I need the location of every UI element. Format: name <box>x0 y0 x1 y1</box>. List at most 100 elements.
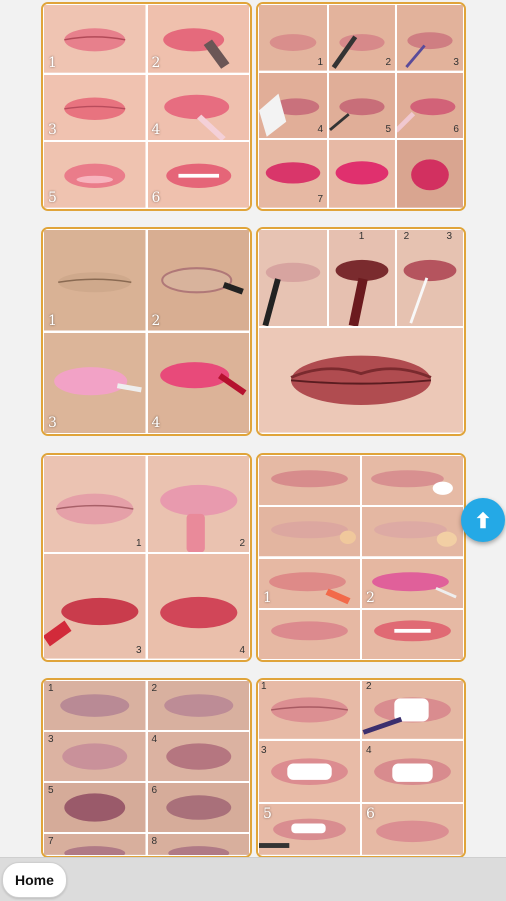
step-number: 7 <box>48 836 54 848</box>
lip-photo: 5 <box>43 782 147 834</box>
lip-photo: 6 <box>361 803 464 856</box>
step-number: 3 <box>48 734 54 746</box>
lip-photo <box>258 680 361 740</box>
lip-photo: 1 <box>43 4 147 74</box>
lip-photo: 2 <box>361 557 464 609</box>
lip-photo <box>361 739 464 804</box>
step-number: 6 <box>366 806 375 823</box>
step-number: 6 <box>151 189 161 206</box>
step-number: 1 <box>261 681 267 692</box>
lip-photo: 2 <box>146 455 250 554</box>
step-number: 3 <box>261 745 267 756</box>
lip-photo: 7 <box>258 139 329 209</box>
lip-photo: 3 <box>43 73 147 142</box>
step-number: 4 <box>317 124 324 136</box>
step-number: 2 <box>366 681 372 692</box>
lip-photo: 3 <box>43 553 147 660</box>
scroll-to-top-button[interactable] <box>461 498 505 542</box>
lip-photo: 2 <box>328 4 396 72</box>
gallery-image-3[interactable]: 1 2 3 4 <box>41 227 252 436</box>
step-number: 1 <box>317 56 324 68</box>
step-number: 8 <box>151 836 158 848</box>
step-number: 4 <box>151 122 161 139</box>
lip-photo: 8 <box>146 833 250 856</box>
gallery-image-2[interactable]: 1 2 3 4 5 6 7 <box>256 2 466 211</box>
gallery-image-1[interactable]: 1 2 3 4 5 6 <box>41 2 252 211</box>
step-number: 4 <box>366 745 372 756</box>
step-number: 1 <box>135 538 142 550</box>
lip-photo: 4 <box>146 731 250 783</box>
step-number: 2 <box>239 538 245 550</box>
step-number: 6 <box>151 785 158 797</box>
lip-photo <box>258 229 329 328</box>
lip-photo: 5 <box>328 71 396 140</box>
step-number: 4 <box>151 415 161 431</box>
lip-photo: 2 <box>146 4 250 74</box>
step-number: 1 <box>48 312 57 329</box>
step-number: 1 <box>263 589 272 606</box>
step-number: 5 <box>48 785 54 797</box>
lip-photo: 1 <box>258 4 329 72</box>
step-number: 7 <box>317 193 324 205</box>
lip-photo: 1 <box>43 680 147 732</box>
lip-photo: 1 <box>328 229 396 328</box>
step-number: 2 <box>151 312 161 329</box>
lip-photo <box>258 455 361 507</box>
step-number: 1 <box>48 54 57 71</box>
step-number: 4 <box>151 734 158 746</box>
step-number: 4 <box>239 644 245 656</box>
lip-photo: 2 <box>146 229 250 332</box>
lip-photo <box>361 680 464 740</box>
step-number: 3 <box>48 415 57 431</box>
lip-photo: 6 <box>146 782 250 834</box>
step-number: 2 <box>403 231 410 242</box>
lip-photo <box>328 139 396 209</box>
lip-photo <box>361 455 464 507</box>
lip-photo: 1 <box>258 557 361 609</box>
bottom-bar: Home <box>0 857 506 901</box>
lip-photo: 7 <box>43 833 147 856</box>
lip-photo <box>258 506 361 558</box>
gallery-image-6[interactable]: 1 2 <box>256 453 466 662</box>
lip-photo <box>361 608 464 660</box>
lip-photo: 3 <box>396 4 464 72</box>
lip-photo <box>258 608 361 660</box>
lip-photo: 5 <box>43 141 147 209</box>
gallery-image-4[interactable]: 1 2 3 <box>256 227 466 436</box>
gallery-image-8[interactable]: 5 6 2 3 4 1 <box>256 678 466 858</box>
step-number: 3 <box>446 231 453 242</box>
step-number: 3 <box>48 122 57 139</box>
lip-photo <box>258 739 361 804</box>
lip-photo: 3 <box>43 731 147 783</box>
lip-photo: 4 <box>146 331 250 434</box>
step-number: 6 <box>453 124 459 136</box>
lip-photo: 2 3 <box>396 229 464 328</box>
lip-photo: 4 <box>258 71 329 140</box>
lip-photo: 6 <box>146 141 250 209</box>
gallery-image-5[interactable]: 1 2 3 4 <box>41 453 252 662</box>
arrow-up-icon <box>476 511 490 529</box>
home-button[interactable]: Home <box>2 862 67 898</box>
step-number: 1 <box>358 231 365 242</box>
image-gallery: 1 2 3 4 5 6 1 2 3 4 5 6 7 1 2 3 4 1 2 3 … <box>0 0 506 900</box>
lip-photo: 4 <box>146 553 250 660</box>
step-number: 2 <box>385 56 391 68</box>
lip-photo: 1 <box>43 455 147 554</box>
gallery-image-7[interactable]: 1 2 3 4 5 6 7 8 <box>41 678 252 858</box>
step-number: 1 <box>48 683 54 694</box>
lip-photo: 1 <box>43 229 147 332</box>
lip-photo <box>396 139 464 209</box>
lip-photo: 6 <box>396 71 464 140</box>
lip-photo: 4 <box>146 73 250 142</box>
step-number: 2 <box>151 54 161 71</box>
step-number: 5 <box>263 806 272 823</box>
step-number: 5 <box>385 124 391 136</box>
step-number: 5 <box>48 189 57 206</box>
step-number: 2 <box>151 683 158 694</box>
step-number: 2 <box>366 589 375 606</box>
lip-photo: 3 <box>43 331 147 434</box>
step-number: 3 <box>135 644 142 656</box>
lip-photo <box>258 327 464 434</box>
lip-photo: 2 <box>146 680 250 732</box>
lip-photo: 5 <box>258 803 361 856</box>
